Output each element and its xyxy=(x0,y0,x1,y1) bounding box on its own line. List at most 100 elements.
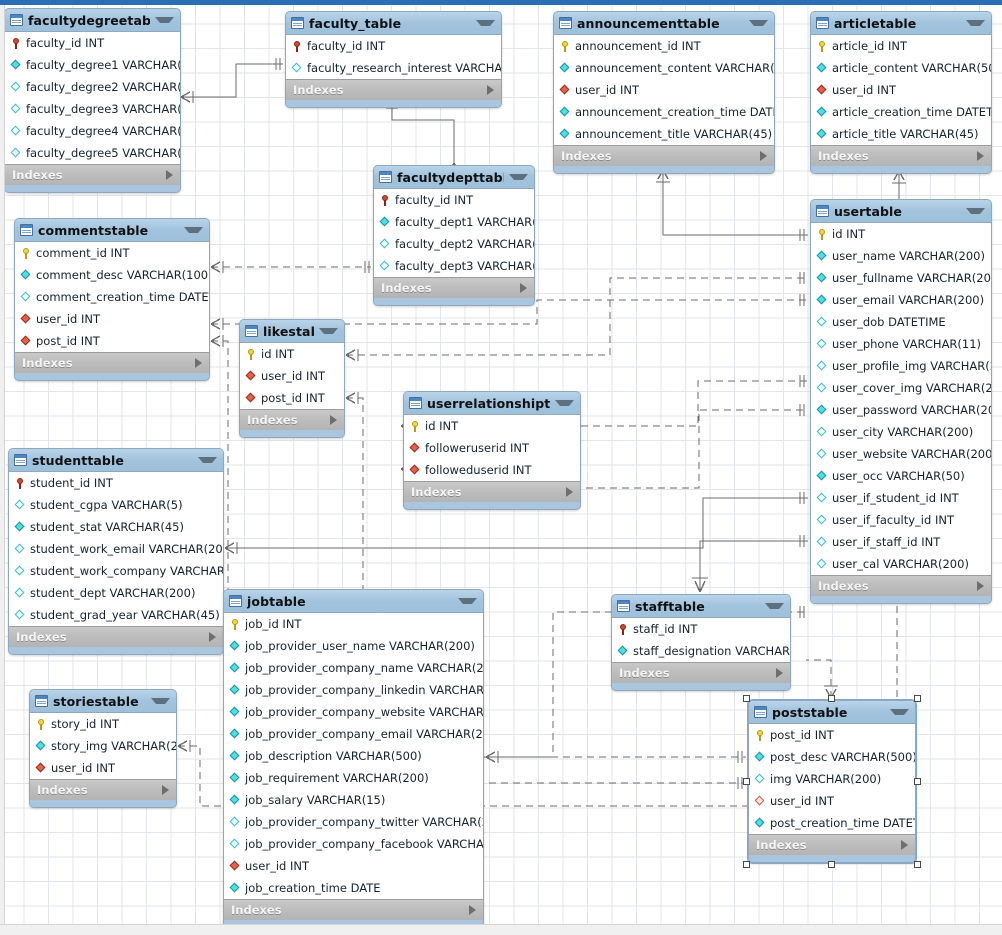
chevron-down-icon[interactable] xyxy=(765,603,784,609)
column-row[interactable]: faculty_degree4 VARCHAR(200) xyxy=(5,120,180,142)
column-row[interactable]: faculty_degree3 VARCHAR(200) xyxy=(5,98,180,120)
column-row[interactable]: job_id INT xyxy=(224,613,483,635)
table-poststable[interactable]: poststable post_id INT post_desc VARCHAR(5… xyxy=(747,699,917,864)
table-header-facultydegreetable[interactable]: facultydegreetable xyxy=(5,9,180,32)
column-row[interactable]: user_id INT xyxy=(15,308,209,330)
column-row[interactable]: user_city VARCHAR(200) xyxy=(811,421,991,443)
column-row[interactable]: student_stat VARCHAR(45) xyxy=(9,516,223,538)
table-announcementtable[interactable]: announcementtable announcement_id INT anno… xyxy=(553,11,775,174)
table-articletable[interactable]: articletable article_id INT article_conten… xyxy=(810,11,992,174)
indexes-section-poststable[interactable]: Indexes xyxy=(749,834,915,855)
column-row[interactable]: user_fullname VARCHAR(200) xyxy=(811,267,991,289)
column-row[interactable]: post_desc VARCHAR(500) xyxy=(749,746,915,768)
column-row[interactable]: faculty_degree2 VARCHAR(200) xyxy=(5,76,180,98)
expand-right-icon[interactable] xyxy=(977,581,984,591)
column-row[interactable]: id INT xyxy=(240,343,344,365)
column-row[interactable]: student_dept VARCHAR(200) xyxy=(9,582,223,604)
column-row[interactable]: announcement_content VARCHAR(500) xyxy=(554,57,774,79)
column-row[interactable]: faculty_id INT xyxy=(286,35,501,57)
table-storiestable[interactable]: storiestable story_id INT story_img VARCHA… xyxy=(29,689,177,808)
indexes-section-faculty_table[interactable]: Indexes xyxy=(286,79,501,100)
expand-right-icon[interactable] xyxy=(901,840,908,850)
column-row[interactable]: id INT xyxy=(404,415,580,437)
table-commentstable[interactable]: commentstable comment_id INT comment_desc … xyxy=(14,218,210,381)
indexes-section-articletable[interactable]: Indexes xyxy=(811,145,991,166)
column-row[interactable]: faculty_dept1 VARCHAR(200) xyxy=(374,211,534,233)
column-row[interactable]: user_website VARCHAR(200) xyxy=(811,443,991,465)
column-row[interactable]: job_description VARCHAR(500) xyxy=(224,745,483,767)
column-row[interactable]: staff_id INT xyxy=(612,618,790,640)
expand-right-icon[interactable] xyxy=(760,151,767,161)
chevron-down-icon[interactable] xyxy=(555,400,574,406)
column-row[interactable]: user_name VARCHAR(200) xyxy=(811,245,991,267)
column-row[interactable]: student_grad_year VARCHAR(45) xyxy=(9,604,223,626)
column-row[interactable]: comment_desc VARCHAR(100) xyxy=(15,264,209,286)
table-stafftable[interactable]: stafftable staff_id INT staff_designation … xyxy=(611,594,791,691)
table-likestable[interactable]: likestable id INT user_id INT post_id INT In… xyxy=(239,319,345,438)
column-row[interactable]: faculty_dept2 VARCHAR(200) xyxy=(374,233,534,255)
chevron-down-icon[interactable] xyxy=(184,227,203,233)
table-studenttable[interactable]: studenttable student_id INT student_cgpa V… xyxy=(8,448,224,655)
column-row[interactable]: post_id INT xyxy=(15,330,209,352)
expand-right-icon[interactable] xyxy=(566,487,573,497)
selection-handle[interactable] xyxy=(914,695,921,702)
table-header-likestable[interactable]: likestable xyxy=(240,320,344,343)
indexes-section-usertable[interactable]: Indexes xyxy=(811,575,991,596)
column-row[interactable]: followeduserid INT xyxy=(404,459,580,481)
table-header-faculty_table[interactable]: faculty_table xyxy=(286,12,501,35)
column-row[interactable]: user_occ VARCHAR(50) xyxy=(811,465,991,487)
column-row[interactable]: comment_creation_time DATETIME xyxy=(15,286,209,308)
expand-right-icon[interactable] xyxy=(166,170,173,180)
column-row[interactable]: faculty_degree5 VARCHAR(200) xyxy=(5,142,180,164)
eer-diagram-canvas[interactable]: facultydegreetablefaculty_id INTfaculty_… xyxy=(0,0,1002,935)
expand-right-icon[interactable] xyxy=(487,85,494,95)
column-row[interactable]: job_provider_company_email VARCHAR(200) xyxy=(224,723,483,745)
column-row[interactable]: student_cgpa VARCHAR(5) xyxy=(9,494,223,516)
selection-handle[interactable] xyxy=(828,861,835,868)
table-header-usertable[interactable]: usertable xyxy=(811,200,991,223)
column-row[interactable]: user_if_student_id INT xyxy=(811,487,991,509)
column-row[interactable]: article_title VARCHAR(45) xyxy=(811,123,991,145)
table-header-userrelationshiptable[interactable]: userrelationshiptable xyxy=(404,392,580,415)
column-row[interactable]: user_cover_img VARCHAR(200) xyxy=(811,377,991,399)
column-row[interactable]: job_provider_company_linkedin VARCHAR(20… xyxy=(224,679,483,701)
column-row[interactable]: user_profile_img VARCHAR(200) xyxy=(811,355,991,377)
chevron-down-icon[interactable] xyxy=(198,457,217,463)
column-row[interactable]: post_id INT xyxy=(749,724,915,746)
table-header-facultydepttable[interactable]: facultydepttable xyxy=(374,166,534,189)
table-header-studenttable[interactable]: studenttable xyxy=(9,449,223,472)
column-row[interactable]: user_id INT xyxy=(240,365,344,387)
column-row[interactable]: article_id INT xyxy=(811,35,991,57)
indexes-section-userrelationshiptable[interactable]: Indexes xyxy=(404,481,580,502)
column-row[interactable]: faculty_id INT xyxy=(374,189,534,211)
chevron-down-icon[interactable] xyxy=(966,208,985,214)
column-row[interactable]: article_creation_time DATETIME xyxy=(811,101,991,123)
column-row[interactable]: user_phone VARCHAR(11) xyxy=(811,333,991,355)
selection-handle[interactable] xyxy=(743,777,750,785)
column-row[interactable]: student_work_company VARCHAR(200) xyxy=(9,560,223,582)
expand-right-icon[interactable] xyxy=(162,785,169,795)
column-row[interactable]: job_provider_company_website VARCHAR(200… xyxy=(224,701,483,723)
table-faculty_table[interactable]: faculty_table faculty_id INT faculty_resea… xyxy=(285,11,502,108)
column-row[interactable]: img VARCHAR(200) xyxy=(749,768,915,790)
chevron-down-icon[interactable] xyxy=(966,20,985,26)
column-row[interactable]: post_creation_time DATETIME xyxy=(749,812,915,834)
selection-handle[interactable] xyxy=(743,861,750,868)
selection-handle[interactable] xyxy=(828,695,835,702)
column-row[interactable]: user_id INT xyxy=(224,855,483,877)
chevron-down-icon[interactable] xyxy=(458,598,477,604)
column-row[interactable]: user_id INT xyxy=(30,757,176,779)
column-row[interactable]: student_id INT xyxy=(9,472,223,494)
column-row[interactable]: job_salary VARCHAR(15) xyxy=(224,789,483,811)
expand-right-icon[interactable] xyxy=(520,283,527,293)
indexes-section-commentstable[interactable]: Indexes xyxy=(15,352,209,373)
column-row[interactable]: user_dob DATETIME xyxy=(811,311,991,333)
table-header-articletable[interactable]: articletable xyxy=(811,12,991,35)
column-row[interactable]: followeruserid INT xyxy=(404,437,580,459)
expand-right-icon[interactable] xyxy=(195,358,202,368)
table-jobtable[interactable]: jobtable job_id INT job_provider_user_name… xyxy=(223,589,484,928)
expand-right-icon[interactable] xyxy=(330,415,337,425)
column-row[interactable]: job_requirement VARCHAR(200) xyxy=(224,767,483,789)
column-row[interactable]: job_provider_user_name VARCHAR(200) xyxy=(224,635,483,657)
column-row[interactable]: student_work_email VARCHAR(200) xyxy=(9,538,223,560)
